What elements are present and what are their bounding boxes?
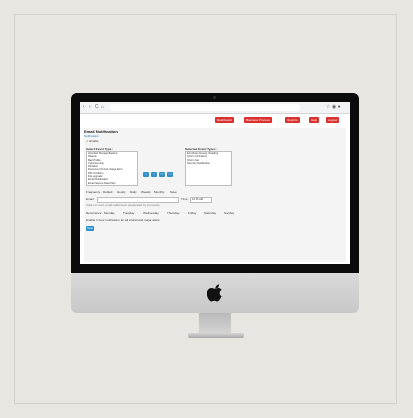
imac-stand-base (188, 333, 244, 338)
frequency-weekly[interactable]: Weekly (141, 190, 151, 194)
critical-alert-checkbox[interactable]: Enable 1 hour notification for all criti… (86, 218, 160, 222)
logout-button[interactable]: Logout (326, 117, 340, 123)
add-arrow-button[interactable]: > (143, 172, 149, 177)
frequency-default[interactable]: Default (103, 190, 113, 194)
frequency-daily[interactable]: Daily (130, 190, 137, 194)
frequency-save[interactable]: Save (170, 190, 177, 194)
imac-stand-neck (199, 313, 231, 333)
imac-screen: ‹ › C ⌂ ☆ ◉ ● Dashboard Business Process… (71, 93, 359, 273)
day-sunday[interactable]: Sunday (224, 211, 234, 215)
app-header: Dashboard Business Process Reports Help … (80, 114, 350, 126)
time-value: 10:15 AM (192, 198, 203, 201)
available-events-list[interactable]: Inherited Storage Backup Shared Bad Prof… (86, 151, 138, 186)
email-help-text: Click on more email addresses (separated… (86, 203, 161, 207)
home-icon[interactable]: ⌂ (101, 103, 104, 112)
email-label: Email : (86, 197, 96, 201)
breadcrumb[interactable]: Notification (84, 134, 99, 138)
save-button[interactable]: Save (86, 226, 94, 231)
day-thursday[interactable]: Thursday (167, 211, 180, 215)
help-button[interactable]: Help (309, 117, 320, 123)
remove-arrow-button[interactable]: < (151, 172, 157, 177)
day-wednesday[interactable]: Wednesday (143, 211, 159, 215)
extension-icons[interactable]: ☆ ◉ ● (326, 103, 341, 112)
add-all-button[interactable]: >> (159, 172, 165, 177)
list-item[interactable]: Email Secure Data Plan (87, 182, 137, 185)
time-input[interactable]: 10:15 AM (190, 197, 212, 203)
reload-icon[interactable]: C (95, 103, 99, 112)
day-friday[interactable]: Friday (188, 211, 196, 215)
time-label: Time : (181, 197, 190, 201)
day-monday[interactable]: Monday (104, 211, 115, 215)
list-item[interactable]: Security Notification (186, 162, 231, 165)
frequency-monthly[interactable]: Monthly (154, 190, 165, 194)
business-process-button[interactable]: Business Process (244, 117, 272, 123)
dashboard-button[interactable]: Dashboard (215, 117, 234, 123)
frequency-label: Frequency : (86, 190, 102, 194)
browser-toolbar: ‹ › C ⌂ ☆ ◉ ● (80, 102, 350, 114)
back-icon[interactable]: ‹ (83, 103, 85, 112)
camera-icon (213, 96, 216, 99)
apple-logo-icon (207, 284, 223, 302)
enable-checkbox[interactable]: ✓ Enable (86, 139, 99, 143)
display: ‹ › C ⌂ ☆ ◉ ● Dashboard Business Process… (80, 102, 350, 264)
forward-icon[interactable]: › (89, 103, 91, 112)
frequency-hourly[interactable]: Hourly (117, 190, 126, 194)
day-saturday[interactable]: Saturday (204, 211, 216, 215)
day-tuesday[interactable]: Tuesday (123, 211, 134, 215)
selected-events-list[interactable]: Errorbrary Emerg. Reading Inform Cd Fail… (185, 151, 232, 186)
reports-button[interactable]: Reports (285, 117, 300, 123)
imac-chin (71, 273, 359, 313)
address-bar[interactable] (110, 104, 300, 111)
remove-all-button[interactable]: << (167, 172, 173, 177)
recurrence-label: Recurrence : (86, 211, 104, 215)
